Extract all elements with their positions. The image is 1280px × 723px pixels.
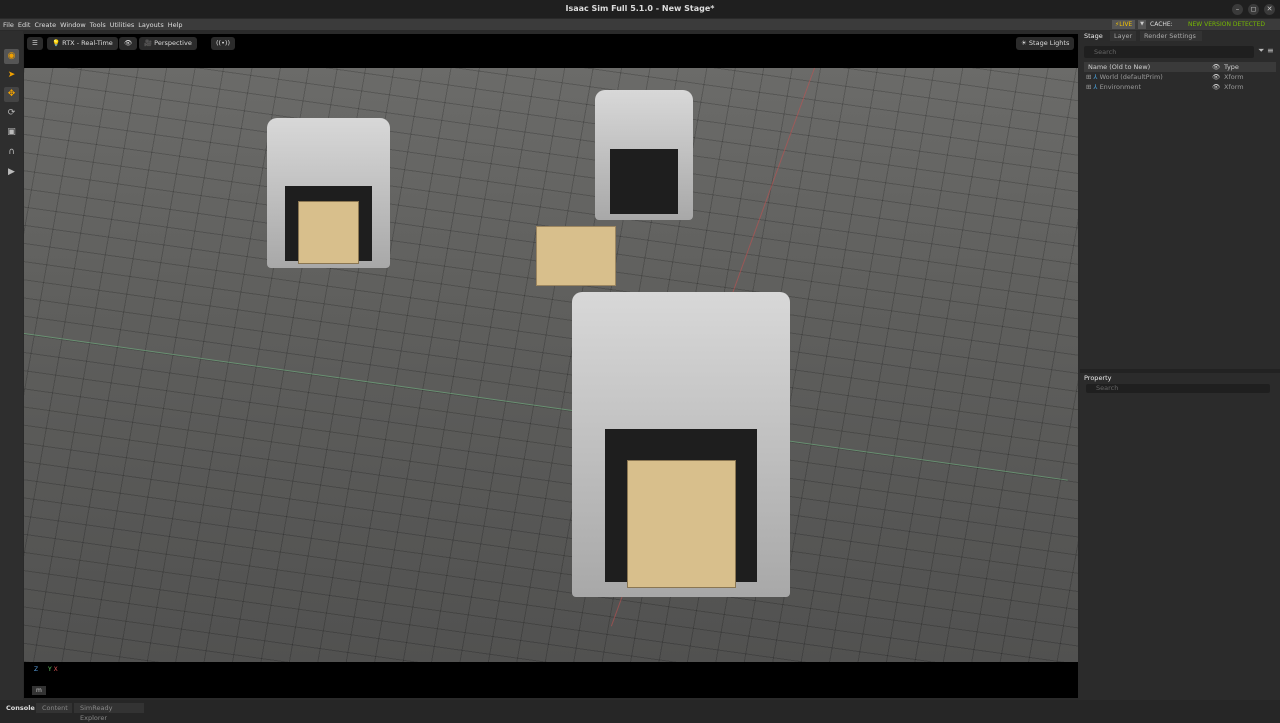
axis-y-label: Y [48,666,52,673]
select-mode-icon[interactable]: ◉ [4,49,19,64]
visibility-icon[interactable]: 👁 [1212,82,1224,92]
visibility-col-icon: 👁 [1212,63,1221,71]
menu-utilities[interactable]: Utilities [110,21,134,29]
menu-edit[interactable]: Edit [18,21,31,29]
broadcast-icon[interactable]: ((•)) [211,37,235,50]
x-axis-line [24,333,1068,481]
axis-gizmo: Z Y X [34,666,58,673]
rotate-icon[interactable]: ⟳ [4,106,19,121]
close-button[interactable]: ✕ [1264,4,1275,15]
bottom-panel: Console Content SimReady Explorer [0,700,1280,723]
units-badge[interactable]: m [32,686,46,695]
tree-row[interactable]: ⊞ ⅄ World (defaultPrim) 👁 Xform [1084,72,1276,82]
stage-header: Name (Old to New) 👁 Type [1084,62,1276,72]
col-type[interactable]: Type [1224,62,1239,72]
menu-window[interactable]: Window [60,21,86,29]
tab-content[interactable]: Content [36,703,72,713]
robot[interactable] [267,118,390,268]
tab-layer[interactable]: Layer [1110,31,1137,41]
prim-name: Environment [1099,83,1142,91]
tab-property[interactable]: Property [1080,373,1116,383]
live-dropdown[interactable]: ▼ [1138,20,1146,29]
stage-lights-button[interactable]: ☀ Stage Lights [1016,37,1075,50]
live-label: LIVE [1119,21,1133,28]
renderer-label: RTX - Real-Time [62,39,113,47]
axis-z-label: Z [34,666,39,673]
camera-button[interactable]: 🎥 Perspective [139,37,197,50]
new-version-notice[interactable]: NEW VERSION DETECTED [1188,20,1265,29]
maximize-button[interactable]: ◻ [1248,4,1259,15]
live-button[interactable]: ⚡LIVE [1112,20,1136,29]
select-arrow-icon[interactable]: ➤ [4,68,19,83]
visibility-eye-icon[interactable]: 👁 [119,37,138,50]
prim-name: World (defaultPrim) [1099,73,1163,81]
stage-search-input[interactable]: Search [1084,46,1254,58]
tab-render-settings[interactable]: Render Settings [1140,31,1202,41]
col-name[interactable]: Name (Old to New) [1084,62,1212,72]
left-toolbar: ◉ ➤ ✥ ⟳ ▣ ∩ ▶ [0,31,23,700]
window-title: Isaac Sim Full 5.1.0 - New Stage* [565,4,715,13]
snap-icon[interactable]: ∩ [4,145,19,160]
property-search-input[interactable]: Search [1086,384,1270,393]
scene-render[interactable] [24,67,1078,662]
menu-create[interactable]: Create [34,21,56,29]
renderer-button[interactable]: 💡 RTX - Real-Time [47,37,118,50]
filter-icon[interactable]: ⏷ ≡ [1258,46,1274,56]
menu-tools[interactable]: Tools [90,21,106,29]
right-panel: Stage Layer Render Settings Search ⏷ ≡ N… [1080,31,1280,701]
menu-bar: File Edit Create Window Tools Utilities … [0,19,1280,30]
pallet[interactable] [536,226,616,286]
visibility-icon[interactable]: 👁 [1212,72,1224,82]
minimize-button[interactable]: – [1232,4,1243,15]
play-icon[interactable]: ▶ [4,165,19,180]
menu-layouts[interactable]: Layouts [138,21,163,29]
viewport-settings-icon[interactable]: ☰ [27,37,43,50]
camera-label: Perspective [154,39,192,47]
tree-row[interactable]: ⊞ ⅄ Environment 👁 Xform [1084,82,1276,92]
cache-label: CACHE: [1150,21,1173,28]
menu-file[interactable]: File [3,21,14,29]
tab-console[interactable]: Console [0,703,41,713]
prim-type: Xform [1224,73,1244,81]
menu-help[interactable]: Help [168,21,183,29]
prim-type: Xform [1224,83,1244,91]
axis-x-label: X [53,666,58,673]
robot[interactable] [572,292,790,597]
title-bar: Isaac Sim Full 5.1.0 - New Stage* [0,0,1280,18]
scale-icon[interactable]: ▣ [4,125,19,140]
move-icon[interactable]: ✥ [4,87,19,102]
viewport[interactable]: ☰ 💡 RTX - Real-Time 👁 🎥 Perspective ((•)… [24,34,1078,698]
stage-lights-label: Stage Lights [1028,39,1070,47]
tab-stage[interactable]: Stage [1080,31,1107,41]
tab-simready-explorer[interactable]: SimReady Explorer [74,703,144,722]
robot[interactable] [595,90,693,220]
